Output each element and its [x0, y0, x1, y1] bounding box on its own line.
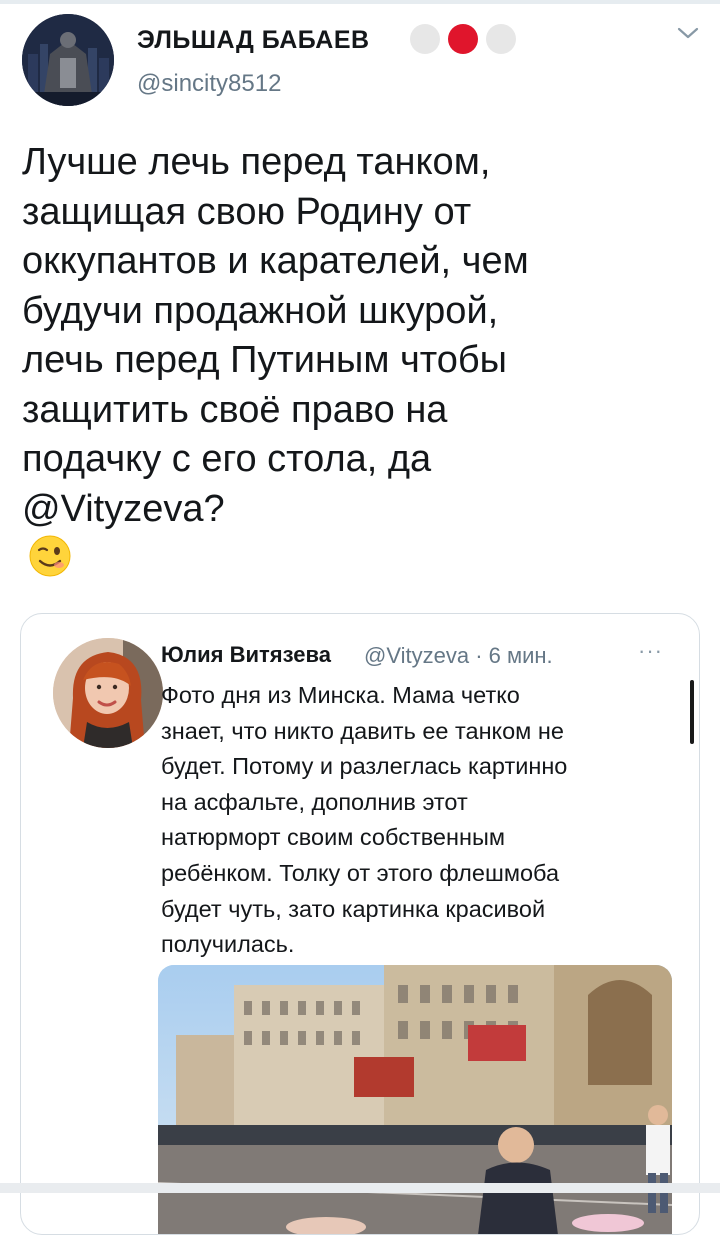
quoted-author-avatar[interactable] — [53, 638, 163, 748]
author-avatar[interactable] — [22, 14, 114, 106]
tweet-text: Лучше лечь перед танком, защищая свою Ро… — [22, 138, 692, 592]
quoted-author-meta: @Vityzeva · 6 мин. — [364, 643, 553, 668]
flag-white-left-icon — [410, 24, 440, 54]
quoted-line: будет. Потому и разлеглась картинно — [161, 753, 568, 780]
street-photo-image — [158, 965, 672, 1234]
quoted-tweet-text: Фото дня из Минска. Мама четко знает, чт… — [161, 678, 681, 963]
flag-red-icon — [448, 24, 478, 54]
quoted-line: натюрморт своим собственным — [161, 824, 505, 851]
quoted-author-name[interactable]: Юлия Витязева — [161, 642, 331, 668]
tweet-line: оккупантов и карателей, чем — [22, 240, 529, 282]
tweet-line: подачку с его стола, да — [22, 438, 432, 480]
quoted-photo[interactable] — [158, 965, 672, 1234]
quoted-line: на асфальте, дополнив этот — [161, 788, 468, 815]
tweet-line: лечь перед Путиным чтобы — [22, 339, 507, 381]
tweet-line: Лучше лечь перед танком, — [22, 141, 491, 183]
quoted-line: знает, что никто давить ее танком не — [161, 717, 564, 744]
quoted-line: Фото дня из Минска. Мама четко — [161, 682, 520, 708]
winking-face-icon — [28, 534, 692, 592]
tweet-line: защищая свою Родину от — [22, 190, 472, 233]
chevron-down-icon[interactable] — [676, 24, 700, 47]
author-handle[interactable]: @sincity8512 — [137, 70, 281, 98]
avatar-image — [53, 638, 163, 748]
quoted-tweet-card[interactable]: Юлия Витязева @Vityzeva · 6 мин. ··· Фот… — [20, 613, 700, 1235]
quoted-line: ребёнком. Толку от этого флешмоба — [161, 859, 560, 886]
author-name[interactable]: ЭЛЬШАД БАБАЕВ — [137, 26, 370, 55]
quoted-line: будет чуть, зато картинка красивой — [161, 895, 546, 922]
avatar-image — [22, 14, 114, 106]
quoted-line: получилась. — [161, 931, 295, 958]
tweet-line: будучи продажной шкурой, — [22, 289, 499, 332]
flag-white-right-icon — [486, 24, 516, 54]
bottom-divider — [0, 1183, 720, 1193]
mention-link[interactable]: @Vityzeva? — [22, 488, 225, 530]
top-divider — [0, 0, 720, 4]
scrollbar[interactable] — [690, 680, 694, 744]
tweet-line: защитить своё право на — [22, 388, 448, 431]
tweet-line-last: @Vityzeva? — [22, 485, 692, 592]
more-options-icon[interactable]: ··· — [638, 638, 663, 664]
